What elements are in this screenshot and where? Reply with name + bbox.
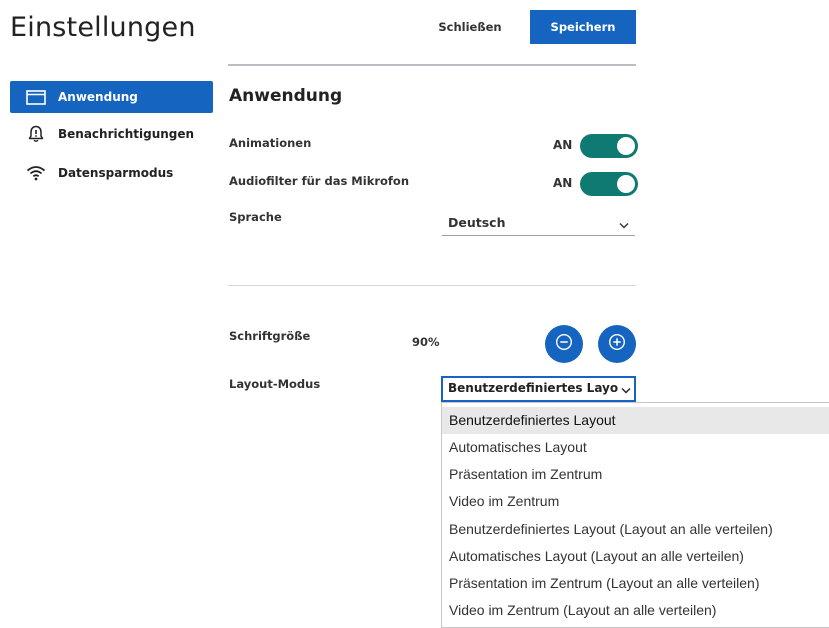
dropdown-option[interactable]: Präsentation im Zentrum (Layout an alle … [442, 570, 829, 597]
sidebar-item-anwendung[interactable]: Anwendung [10, 81, 213, 113]
page-title: Einstellungen [10, 12, 196, 43]
section-title: Anwendung [229, 86, 343, 106]
save-button[interactable]: Speichern [530, 10, 636, 44]
sidebar-item-benachrichtigungen[interactable]: Benachrichtigungen [10, 118, 213, 150]
dropdown-option[interactable]: Video im Zentrum (Layout an alle verteil… [442, 597, 829, 624]
sidebar-item-label: Datensparmodus [58, 166, 174, 180]
decrease-font-button[interactable] [545, 325, 583, 363]
minus-circle-icon [555, 333, 573, 355]
dropdown-option[interactable]: Automatisches Layout [442, 434, 829, 461]
window-icon [24, 88, 48, 106]
font-size-value: 90% [412, 335, 440, 349]
font-size-label: Schriftgröße [229, 329, 311, 343]
layout-mode-dropdown: Benutzerdefiniertes Layout Automatisches… [441, 402, 829, 628]
language-select[interactable]: Deutsch [442, 211, 635, 236]
audio-filter-label: Audiofilter für das Mikrofon [229, 174, 410, 188]
close-button[interactable]: Schließen [432, 12, 508, 42]
header-divider [228, 64, 636, 66]
language-label: Sprache [229, 210, 282, 224]
animations-label: Animationen [229, 136, 312, 150]
audio-filter-toggle[interactable] [580, 172, 638, 196]
audio-filter-state: AN [553, 176, 573, 190]
dropdown-option[interactable]: Benutzerdefiniertes Layout (Layout an al… [442, 516, 829, 543]
chevron-down-icon [619, 217, 629, 232]
animations-state: AN [553, 138, 573, 152]
layout-mode-value: Benutzerdefiniertes Layout [448, 381, 618, 395]
sidebar-item-label: Benachrichtigungen [58, 127, 195, 141]
dropdown-option[interactable]: Präsentation im Zentrum [442, 461, 829, 488]
dropdown-option[interactable]: Benutzerdefiniertes Layout [442, 407, 829, 434]
wifi-icon [24, 164, 48, 182]
plus-circle-icon [608, 333, 626, 355]
increase-font-button[interactable] [598, 325, 636, 363]
chevron-down-icon [621, 383, 631, 397]
dropdown-option[interactable]: Video im Zentrum [442, 488, 829, 515]
dropdown-option[interactable]: Automatisches Layout (Layout an alle ver… [442, 543, 829, 570]
sidebar-item-datensparmodus[interactable]: Datensparmodus [10, 157, 213, 189]
layout-mode-label: Layout-Modus [229, 377, 321, 391]
bell-alert-icon [24, 125, 48, 143]
toggle-knob [617, 137, 635, 155]
animations-toggle[interactable] [580, 134, 638, 158]
toggle-knob [617, 175, 635, 193]
language-value: Deutsch [448, 215, 506, 230]
layout-mode-select[interactable]: Benutzerdefiniertes Layout [441, 376, 636, 402]
section-divider [228, 285, 636, 286]
sidebar-item-label: Anwendung [58, 90, 138, 104]
